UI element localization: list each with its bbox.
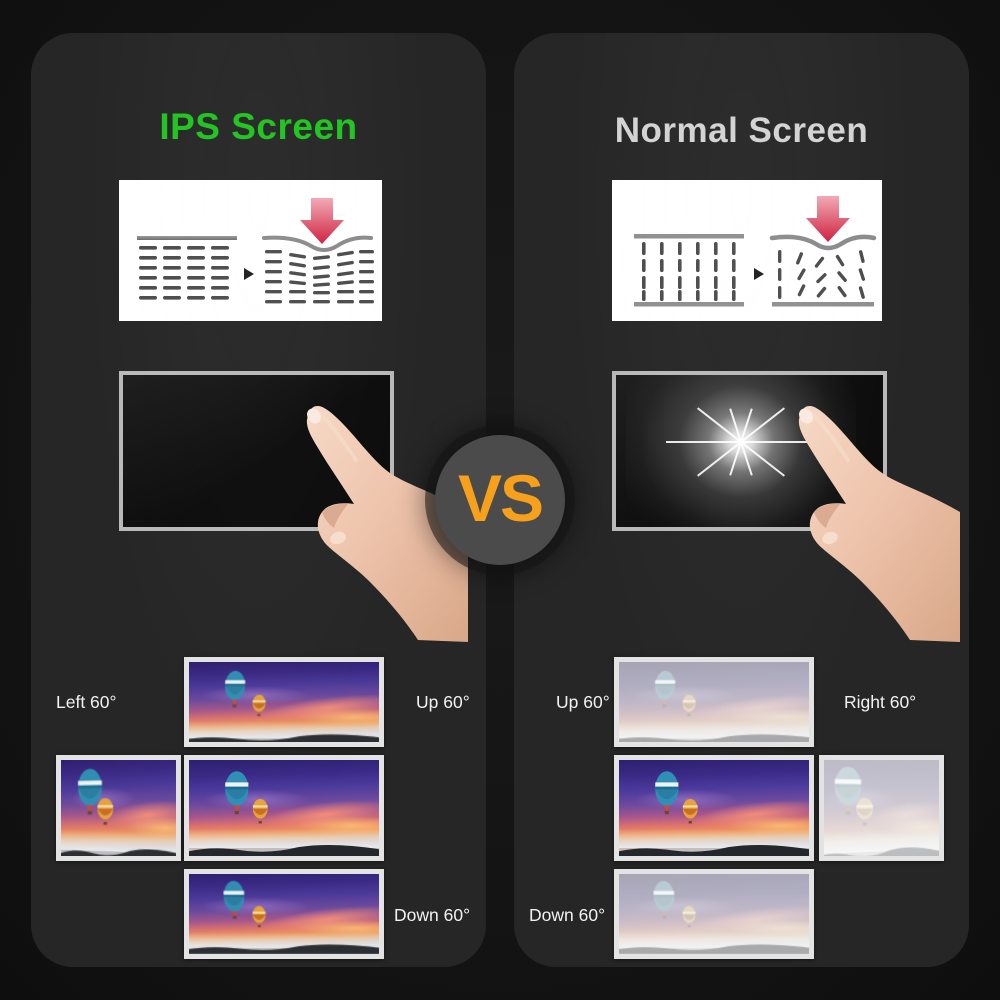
angle-label-right: Right 60° bbox=[844, 692, 917, 712]
pressure-arrow-icon bbox=[300, 198, 344, 244]
angle-thumb-right bbox=[819, 755, 944, 861]
ips-pressure-diagram bbox=[119, 180, 382, 321]
normal-viewing-angles: Up 60° Right 60° Down 60° bbox=[514, 647, 969, 959]
panel-title-ips: IPS Screen bbox=[159, 106, 358, 147]
panel-normal-screen: Normal Screen Up 60° Right 60° Down 60° bbox=[514, 33, 969, 967]
panel-title-normal: Normal Screen bbox=[614, 111, 869, 150]
pressure-arrow-icon bbox=[806, 196, 850, 242]
screen-sheen bbox=[123, 375, 390, 527]
versus-label: VS bbox=[457, 461, 544, 535]
angle-thumb-down bbox=[184, 869, 384, 959]
versus-badge: VS bbox=[435, 435, 565, 565]
comparison-infographic: IPS Screen Left 60° Up 60° Down 60° Norm… bbox=[0, 0, 1000, 1000]
angle-label-left: Left 60° bbox=[56, 692, 117, 712]
panel-ips-screen: IPS Screen Left 60° Up 60° Down 60° bbox=[31, 33, 486, 967]
angle-thumb-down bbox=[614, 869, 814, 959]
normal-touch-screen bbox=[612, 371, 887, 531]
normal-pressure-diagram bbox=[612, 180, 882, 321]
angle-thumb-center bbox=[614, 755, 814, 861]
angle-label-up: Up 60° bbox=[556, 692, 610, 712]
angle-thumb-up bbox=[184, 657, 384, 747]
angle-label-down: Down 60° bbox=[529, 905, 606, 925]
angle-label-up: Up 60° bbox=[416, 692, 470, 712]
pressure-ripple-glow bbox=[616, 375, 883, 527]
angle-thumb-up bbox=[614, 657, 814, 747]
angle-label-down: Down 60° bbox=[394, 905, 471, 925]
ips-viewing-angles: Left 60° Up 60° Down 60° bbox=[31, 647, 486, 959]
angle-thumb-left bbox=[56, 755, 181, 861]
ips-touch-screen bbox=[119, 371, 394, 531]
angle-thumb-center bbox=[184, 755, 384, 861]
